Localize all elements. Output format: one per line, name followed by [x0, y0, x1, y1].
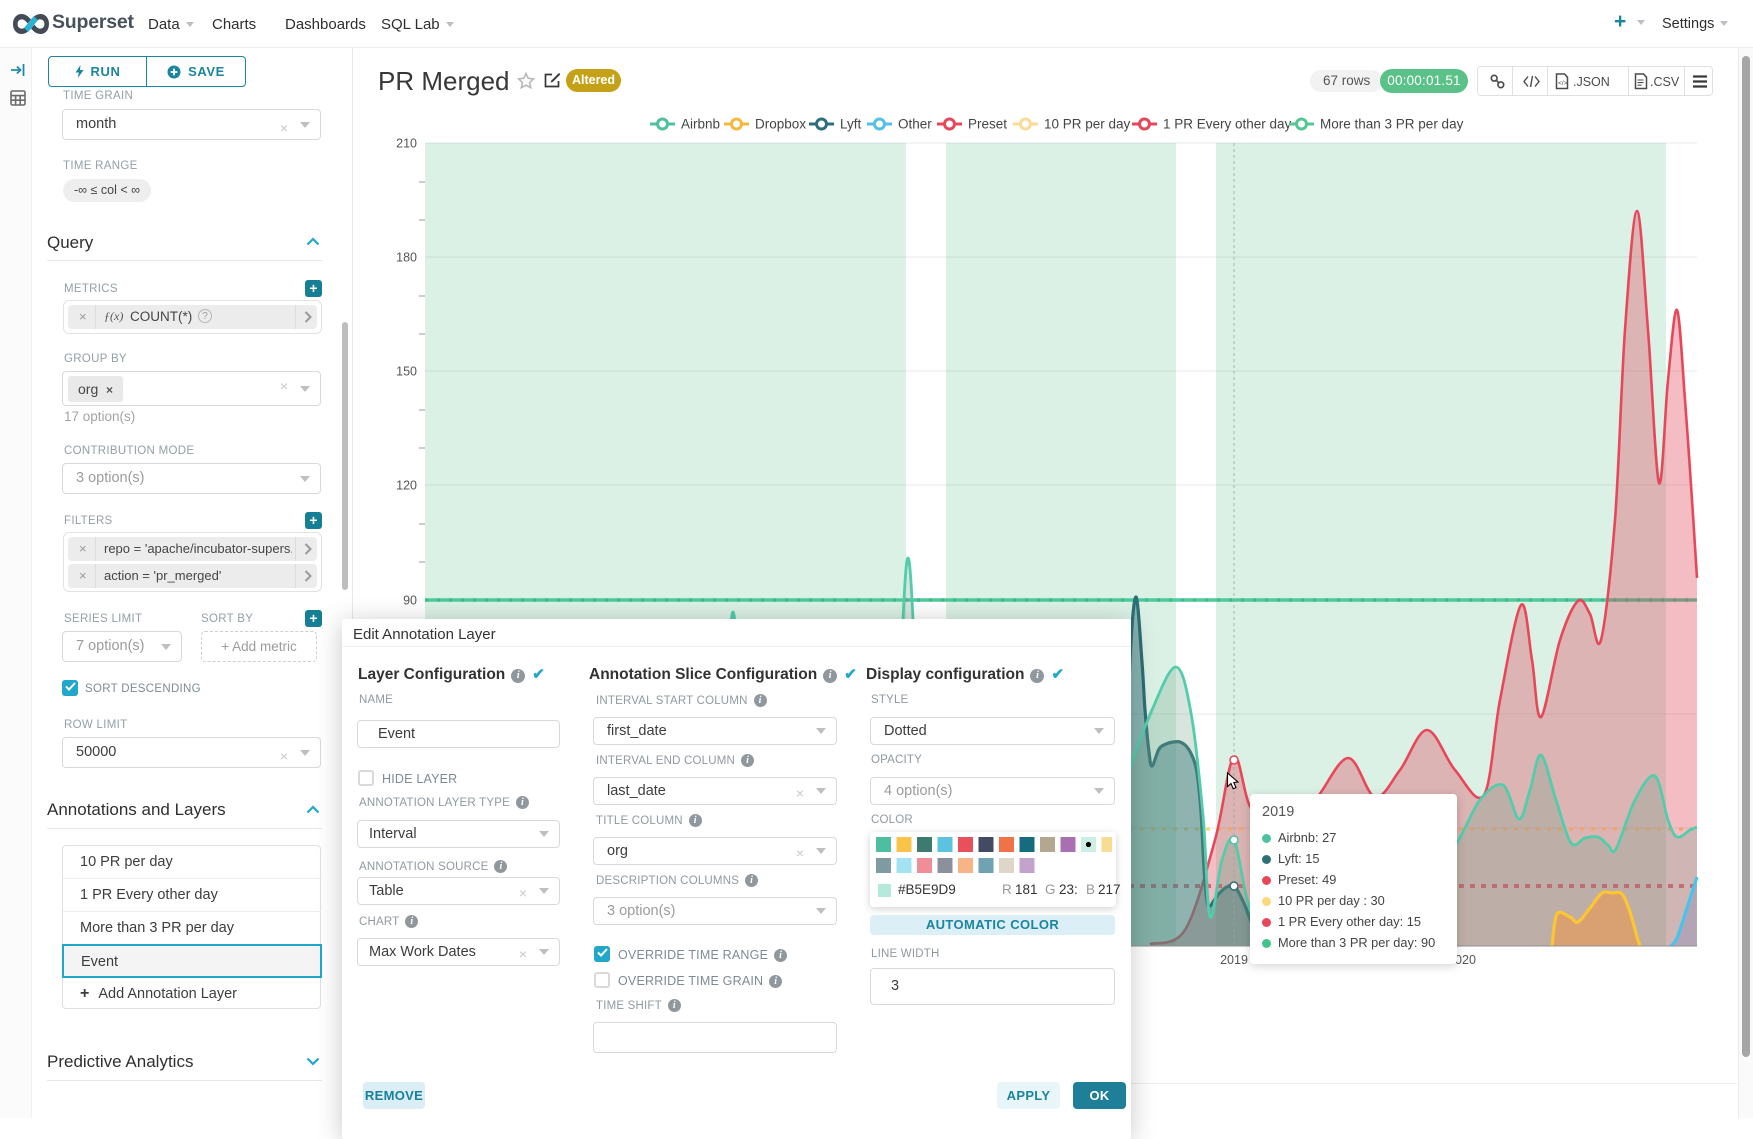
svg-text:Other: Other — [898, 117, 932, 132]
svg-text:</>: </> — [1558, 80, 1568, 87]
svg-text:2019: 2019 — [1220, 953, 1248, 967]
svg-text:90: 90 — [403, 594, 417, 608]
svg-text:210: 210 — [396, 137, 417, 151]
svg-text:Preset: Preset — [968, 117, 1007, 132]
svg-text:120: 120 — [396, 479, 417, 493]
svg-text:Airbnb: Airbnb — [681, 117, 720, 132]
svg-text:150: 150 — [396, 365, 417, 379]
svg-text:10 PR per day: 10 PR per day — [1044, 117, 1131, 132]
svg-text:1 PR Every other day: 1 PR Every other day — [1163, 117, 1292, 132]
svg-text:Lyft: Lyft — [840, 117, 862, 132]
svg-text:180: 180 — [396, 251, 417, 265]
svg-text:More than 3 PR per day: More than 3 PR per day — [1320, 117, 1464, 132]
svg-text:Dropbox: Dropbox — [755, 117, 806, 132]
